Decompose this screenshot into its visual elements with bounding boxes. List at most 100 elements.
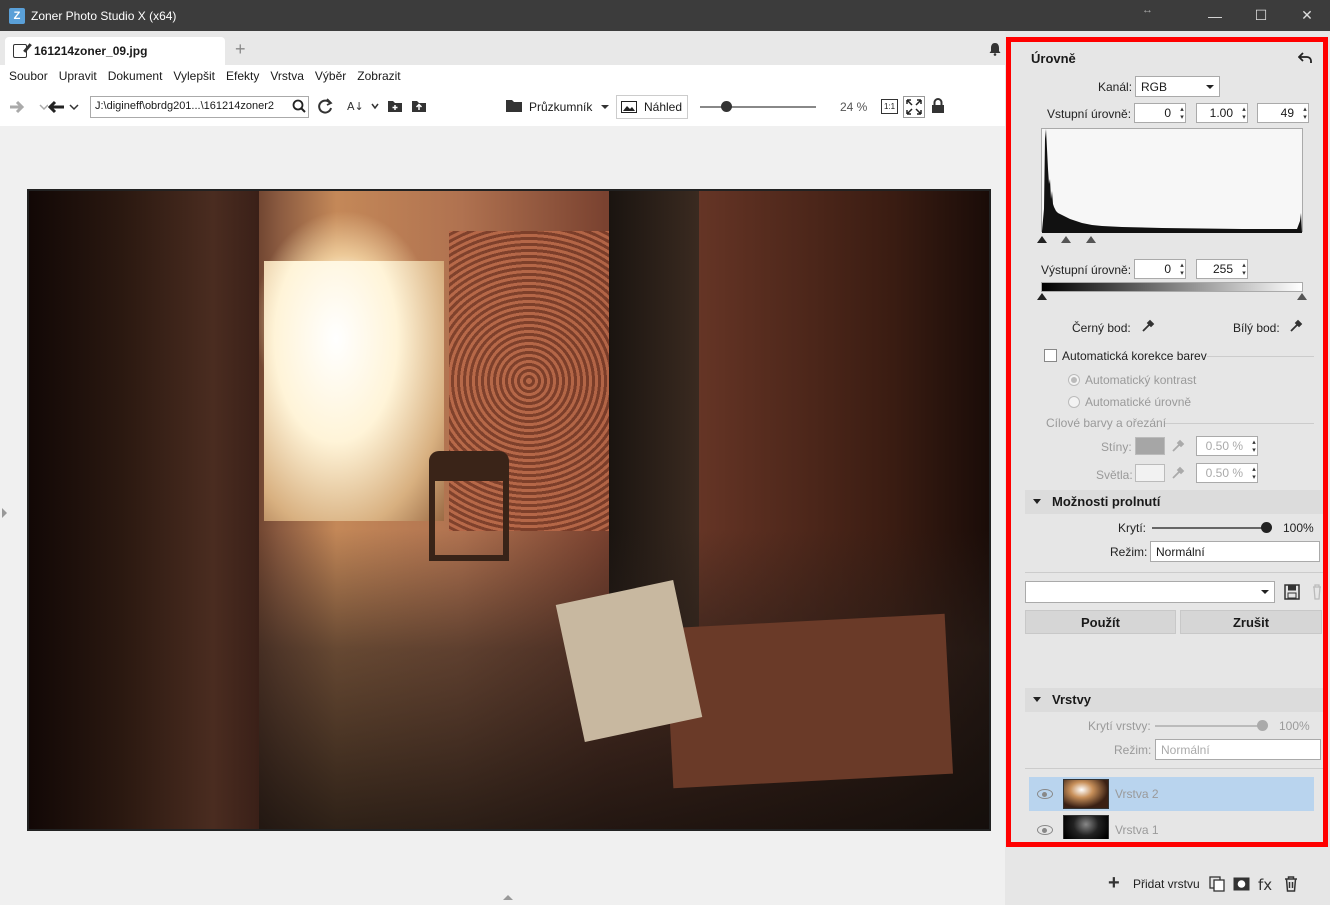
input-black-handle[interactable] [1037, 236, 1047, 243]
new-tab-button[interactable]: + [235, 39, 246, 60]
shadows-color-swatch[interactable] [1135, 437, 1165, 455]
layer-mode-label: Režim: [1114, 743, 1152, 757]
close-button[interactable]: ✕ [1284, 0, 1330, 31]
add-layer-icon[interactable]: + [1108, 872, 1120, 895]
minimize-button[interactable]: — [1192, 0, 1238, 31]
new-folder-icon[interactable] [387, 99, 403, 113]
channel-value: RGB [1141, 80, 1168, 94]
output-black-field[interactable]: 0 [1134, 259, 1186, 279]
save-preset-icon[interactable] [1284, 584, 1300, 600]
path-input[interactable]: J:\digineff\obrdg201...\161214zoner2 [90, 96, 309, 118]
forward-arrow-icon[interactable] [8, 98, 48, 116]
chevron-down-icon[interactable] [600, 103, 610, 111]
eye-icon[interactable] [1037, 825, 1053, 835]
collapse-bottom-panel-handle[interactable] [503, 895, 513, 900]
output-white-handle[interactable] [1297, 293, 1307, 300]
layer-opacity-slider[interactable] [1155, 725, 1265, 727]
image-icon [621, 101, 637, 113]
opacity-slider[interactable] [1152, 527, 1266, 529]
svg-text:fx: fx [1258, 876, 1272, 892]
refresh-icon[interactable] [316, 97, 334, 115]
actual-size-button[interactable]: 1:1 [881, 99, 898, 114]
preset-select[interactable] [1025, 581, 1275, 603]
fx-effects-icon[interactable]: fx [1258, 876, 1274, 892]
fit-to-window-icon[interactable] [903, 96, 925, 118]
blend-mode-select[interactable]: Normální [1150, 541, 1320, 562]
bell-icon[interactable] [988, 42, 1002, 56]
title-bar: Z Zoner Photo Studio X (x64) ↔ — ☐ ✕ [0, 0, 1330, 31]
eyedropper-icon[interactable] [1171, 439, 1185, 453]
maximize-button[interactable]: ☐ [1238, 0, 1284, 31]
delete-preset-icon[interactable] [1312, 584, 1322, 600]
sort-icon[interactable]: A↓ [346, 97, 380, 115]
layers-header[interactable]: Vrstvy [1025, 688, 1325, 712]
highlights-color-swatch[interactable] [1135, 464, 1165, 482]
search-icon[interactable] [292, 99, 306, 113]
menu-vrstva[interactable]: Vrstva [270, 69, 304, 83]
undo-icon[interactable] [1298, 52, 1312, 64]
blend-mode-label: Režim: [1110, 545, 1148, 559]
input-white-field[interactable]: 49 [1257, 103, 1309, 123]
duplicate-layer-icon[interactable] [1209, 876, 1225, 892]
highlights-label: Světla: [1096, 468, 1133, 482]
cancel-button[interactable]: Zrušit [1180, 610, 1322, 634]
menu-zobrazit[interactable]: Zobrazit [357, 69, 400, 83]
folder-up-icon[interactable] [411, 99, 427, 113]
menu-vylepsit[interactable]: Vylepšit [173, 69, 215, 83]
eye-icon[interactable] [1037, 789, 1053, 799]
output-black-handle[interactable] [1037, 293, 1047, 300]
edit-icon [13, 44, 27, 58]
preview-label: Náhled [644, 100, 683, 114]
layer-opacity-label: Krytí vrstvy: [1088, 719, 1151, 733]
opacity-label: Krytí: [1118, 521, 1147, 535]
lock-icon[interactable] [931, 98, 945, 114]
histogram [1041, 128, 1303, 233]
resize-icon: ↔ [1142, 4, 1153, 16]
layer-row-vrstva-2[interactable]: Vrstva 2 [1029, 777, 1314, 811]
eyedropper-icon[interactable] [1289, 319, 1303, 333]
explorer-label[interactable]: Průzkumník [529, 100, 592, 114]
layer-opacity-slider-thumb[interactable] [1257, 720, 1268, 731]
document-tab[interactable]: 161214zoner_09.jpg [5, 37, 225, 65]
layer-thumbnail [1063, 815, 1109, 839]
collapse-left-panel-handle[interactable] [2, 508, 7, 518]
output-white-field[interactable]: 255 [1196, 259, 1248, 279]
add-layer-label[interactable]: Přidat vrstvu [1133, 877, 1200, 891]
opacity-slider-thumb[interactable] [1261, 522, 1272, 533]
eyedropper-icon[interactable] [1171, 466, 1185, 480]
input-white-handle[interactable] [1086, 236, 1096, 243]
menu-vyber[interactable]: Výběr [315, 69, 346, 83]
menu-bar: Soubor Upravit Dokument Vylepšit Efekty … [0, 65, 1005, 87]
layer-mode-value: Normální [1161, 743, 1210, 757]
auto-levels-radio[interactable] [1068, 396, 1080, 408]
back-arrow-icon[interactable] [46, 98, 82, 116]
auto-contrast-radio[interactable] [1068, 374, 1080, 386]
zoom-slider-thumb[interactable] [720, 101, 732, 112]
photo-preview[interactable] [27, 189, 991, 831]
auto-color-checkbox[interactable] [1044, 349, 1057, 362]
preview-button[interactable]: Náhled [616, 95, 688, 119]
menu-soubor[interactable]: Soubor [9, 69, 48, 83]
channel-label: Kanál: [1098, 80, 1133, 94]
output-gradient [1041, 282, 1303, 292]
shadows-clip-field[interactable]: 0.50 % [1196, 436, 1258, 456]
chevron-down-icon [1261, 590, 1269, 594]
layer-row-vrstva-1[interactable]: Vrstva 1 [1029, 813, 1314, 839]
layer-mode-select[interactable]: Normální [1155, 739, 1321, 760]
input-black-field[interactable]: 0 [1134, 103, 1186, 123]
channel-select[interactable]: RGB [1135, 76, 1220, 97]
zoom-slider[interactable] [700, 106, 816, 108]
menu-dokument[interactable]: Dokument [108, 69, 163, 83]
layer-mask-icon[interactable] [1233, 877, 1250, 891]
caret-down-icon [1033, 697, 1041, 702]
menu-upravit[interactable]: Upravit [59, 69, 97, 83]
menu-efekty[interactable]: Efekty [226, 69, 259, 83]
input-gamma-handle[interactable] [1061, 236, 1071, 243]
apply-button[interactable]: Použít [1025, 610, 1176, 634]
levels-title: Úrovně [1031, 51, 1076, 66]
trash-icon[interactable] [1284, 876, 1298, 892]
eyedropper-icon[interactable] [1141, 319, 1155, 333]
input-gamma-field[interactable]: 1.00 [1196, 103, 1248, 123]
highlights-clip-field[interactable]: 0.50 % [1196, 463, 1258, 483]
blend-options-header[interactable]: Možnosti prolnutí [1025, 490, 1325, 514]
